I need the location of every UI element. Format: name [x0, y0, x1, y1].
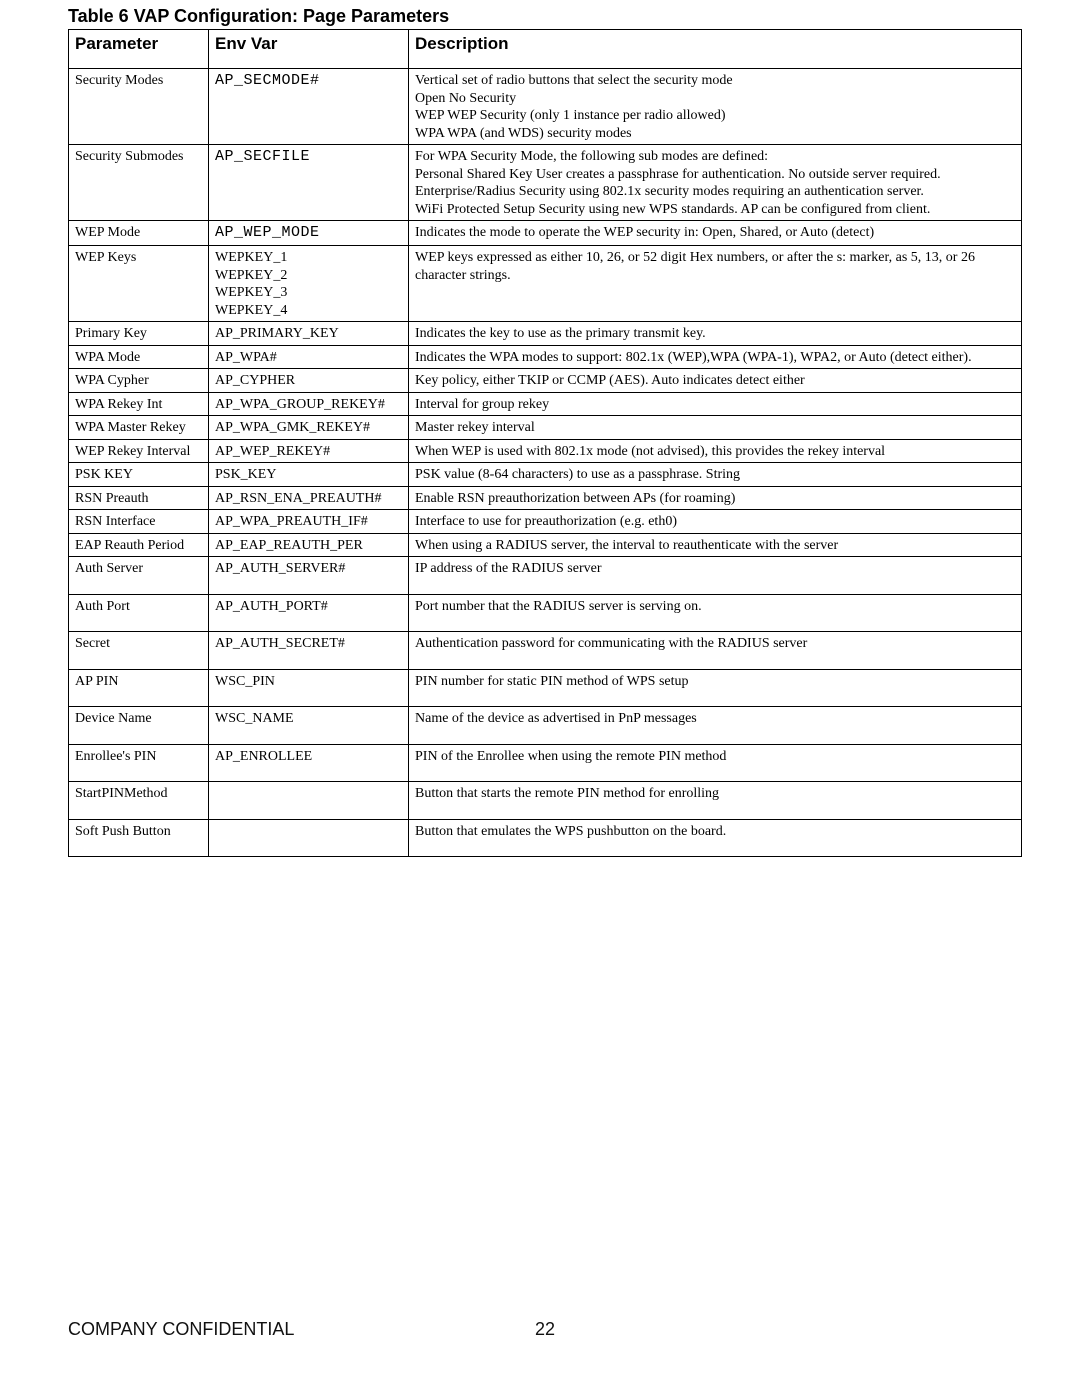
- table-row: SecretAP_AUTH_SECRET#Authentication pass…: [69, 632, 1022, 670]
- cell-envvar: AP_WEP_REKEY#: [209, 439, 409, 463]
- cell-parameter: EAP Reauth Period: [69, 533, 209, 557]
- cell-description: IP address of the RADIUS server: [409, 557, 1022, 595]
- cell-parameter: WPA Rekey Int: [69, 392, 209, 416]
- table-row: Soft Push Button Button that emulates the…: [69, 819, 1022, 857]
- cell-envvar: AP_WPA#: [209, 345, 409, 369]
- cell-parameter: RSN Interface: [69, 510, 209, 534]
- cell-envvar: AP_AUTH_SECRET#: [209, 632, 409, 670]
- table-title: Table 6 VAP Configuration: Page Paramete…: [68, 6, 1022, 27]
- table-row: RSN PreauthAP_RSN_ENA_PREAUTH#Enable RSN…: [69, 486, 1022, 510]
- cell-parameter: WPA Cypher: [69, 369, 209, 393]
- table-row: WPA Master RekeyAP_WPA_GMK_REKEY#Master …: [69, 416, 1022, 440]
- cell-parameter: AP PIN: [69, 669, 209, 707]
- header-description: Description: [409, 30, 1022, 69]
- cell-description: Port number that the RADIUS server is se…: [409, 594, 1022, 632]
- cell-description: Button that starts the remote PIN method…: [409, 782, 1022, 820]
- table-row: EAP Reauth PeriodAP_EAP_REAUTH_PERWhen u…: [69, 533, 1022, 557]
- footer-page-number: 22: [535, 1319, 555, 1340]
- cell-parameter: WEP Rekey Interval: [69, 439, 209, 463]
- table-row: StartPINMethod Button that starts the rem…: [69, 782, 1022, 820]
- cell-parameter: Primary Key: [69, 322, 209, 346]
- cell-description: Interval for group rekey: [409, 392, 1022, 416]
- table-row: WEP Rekey IntervalAP_WEP_REKEY#When WEP …: [69, 439, 1022, 463]
- table-row: WPA ModeAP_WPA#Indicates the WPA modes t…: [69, 345, 1022, 369]
- table-row: WEP KeysWEPKEY_1 WEPKEY_2 WEPKEY_3 WEPKE…: [69, 246, 1022, 322]
- cell-description: For WPA Security Mode, the following sub…: [409, 145, 1022, 221]
- table-row: Auth ServerAP_AUTH_SERVER#IP address of …: [69, 557, 1022, 595]
- cell-envvar: AP_WPA_GROUP_REKEY#: [209, 392, 409, 416]
- table-row: Enrollee's PINAP_ENROLLEEPIN of the Enro…: [69, 744, 1022, 782]
- table-row: Auth PortAP_AUTH_PORT#Port number that t…: [69, 594, 1022, 632]
- cell-parameter: StartPINMethod: [69, 782, 209, 820]
- cell-description: When WEP is used with 802.1x mode (not a…: [409, 439, 1022, 463]
- cell-parameter: Security Submodes: [69, 145, 209, 221]
- cell-parameter: Soft Push Button: [69, 819, 209, 857]
- cell-envvar: AP_WPA_PREAUTH_IF#: [209, 510, 409, 534]
- cell-envvar: WSC_PIN: [209, 669, 409, 707]
- cell-description: Enable RSN preauthorization between APs …: [409, 486, 1022, 510]
- table-row: Device NameWSC_NAMEName of the device as…: [69, 707, 1022, 745]
- cell-parameter: Device Name: [69, 707, 209, 745]
- table-row: Primary KeyAP_PRIMARY_KEYIndicates the k…: [69, 322, 1022, 346]
- cell-envvar: AP_SECFILE: [209, 145, 409, 221]
- table-row: Security ModesAP_SECMODE#Vertical set of…: [69, 69, 1022, 145]
- table-row: WEP ModeAP_WEP_MODEIndicates the mode to…: [69, 221, 1022, 246]
- cell-description: PSK value (8-64 characters) to use as a …: [409, 463, 1022, 487]
- cell-description: PIN number for static PIN method of WPS …: [409, 669, 1022, 707]
- cell-parameter: WPA Master Rekey: [69, 416, 209, 440]
- footer-confidential: COMPANY CONFIDENTIAL: [68, 1319, 294, 1340]
- cell-envvar: AP_ENROLLEE: [209, 744, 409, 782]
- cell-description: Button that emulates the WPS pushbutton …: [409, 819, 1022, 857]
- cell-description: Vertical set of radio buttons that selec…: [409, 69, 1022, 145]
- cell-envvar: AP_SECMODE#: [209, 69, 409, 145]
- cell-parameter: Auth Server: [69, 557, 209, 595]
- cell-description: Indicates the mode to operate the WEP se…: [409, 221, 1022, 246]
- cell-description: Interface to use for preauthorization (e…: [409, 510, 1022, 534]
- cell-envvar: AP_WPA_GMK_REKEY#: [209, 416, 409, 440]
- cell-parameter: WEP Mode: [69, 221, 209, 246]
- cell-envvar: [209, 782, 409, 820]
- cell-envvar: WEPKEY_1 WEPKEY_2 WEPKEY_3 WEPKEY_4: [209, 246, 409, 322]
- cell-parameter: WEP Keys: [69, 246, 209, 322]
- cell-description: Key policy, either TKIP or CCMP (AES). A…: [409, 369, 1022, 393]
- cell-parameter: Secret: [69, 632, 209, 670]
- table-row: WPA Rekey IntAP_WPA_GROUP_REKEY#Interval…: [69, 392, 1022, 416]
- table-row: PSK KEYPSK_KEYPSK value (8-64 characters…: [69, 463, 1022, 487]
- cell-envvar: PSK_KEY: [209, 463, 409, 487]
- cell-description: Name of the device as advertised in PnP …: [409, 707, 1022, 745]
- cell-parameter: RSN Preauth: [69, 486, 209, 510]
- cell-envvar: AP_EAP_REAUTH_PER: [209, 533, 409, 557]
- cell-parameter: Auth Port: [69, 594, 209, 632]
- header-envvar: Env Var: [209, 30, 409, 69]
- cell-envvar: AP_AUTH_PORT#: [209, 594, 409, 632]
- cell-envvar: AP_RSN_ENA_PREAUTH#: [209, 486, 409, 510]
- cell-description: WEP keys expressed as either 10, 26, or …: [409, 246, 1022, 322]
- table-row: Security SubmodesAP_SECFILEFor WPA Secur…: [69, 145, 1022, 221]
- cell-parameter: Security Modes: [69, 69, 209, 145]
- cell-envvar: AP_WEP_MODE: [209, 221, 409, 246]
- page-footer: COMPANY CONFIDENTIAL 22: [68, 1319, 1022, 1340]
- cell-description: Indicates the WPA modes to support: 802.…: [409, 345, 1022, 369]
- table-row: AP PINWSC_PINPIN number for static PIN m…: [69, 669, 1022, 707]
- cell-description: Authentication password for communicatin…: [409, 632, 1022, 670]
- cell-envvar: AP_PRIMARY_KEY: [209, 322, 409, 346]
- cell-description: When using a RADIUS server, the interval…: [409, 533, 1022, 557]
- cell-parameter: PSK KEY: [69, 463, 209, 487]
- table-row: RSN InterfaceAP_WPA_PREAUTH_IF#Interface…: [69, 510, 1022, 534]
- cell-envvar: WSC_NAME: [209, 707, 409, 745]
- header-parameter: Parameter: [69, 30, 209, 69]
- cell-envvar: [209, 819, 409, 857]
- cell-description: Indicates the key to use as the primary …: [409, 322, 1022, 346]
- vap-config-table: Parameter Env Var Description Security M…: [68, 29, 1022, 857]
- cell-description: PIN of the Enrollee when using the remot…: [409, 744, 1022, 782]
- table-row: WPA CypherAP_CYPHERKey policy, either TK…: [69, 369, 1022, 393]
- cell-parameter: Enrollee's PIN: [69, 744, 209, 782]
- cell-envvar: AP_CYPHER: [209, 369, 409, 393]
- cell-envvar: AP_AUTH_SERVER#: [209, 557, 409, 595]
- table-header-row: Parameter Env Var Description: [69, 30, 1022, 69]
- cell-description: Master rekey interval: [409, 416, 1022, 440]
- cell-parameter: WPA Mode: [69, 345, 209, 369]
